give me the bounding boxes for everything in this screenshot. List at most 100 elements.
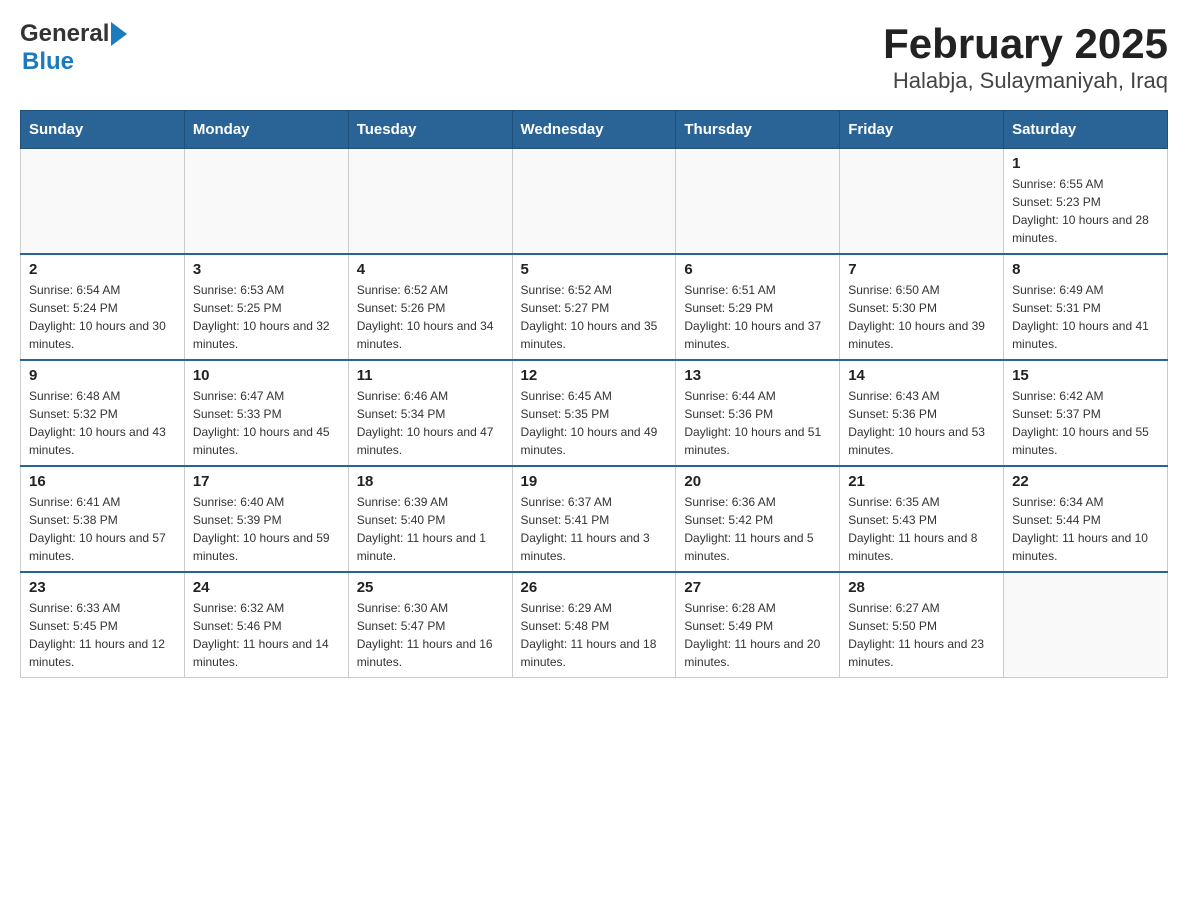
- table-row: [512, 149, 676, 255]
- day-info: Sunrise: 6:52 AMSunset: 5:27 PMDaylight:…: [521, 281, 668, 353]
- day-info: Sunrise: 6:48 AMSunset: 5:32 PMDaylight:…: [29, 387, 176, 459]
- day-number: 26: [521, 579, 668, 596]
- day-number: 22: [1012, 473, 1159, 490]
- day-number: 17: [193, 473, 340, 490]
- table-row: 14 Sunrise: 6:43 AMSunset: 5:36 PMDayligh…: [840, 360, 1004, 466]
- day-info: Sunrise: 6:44 AMSunset: 5:36 PMDaylight:…: [684, 387, 831, 459]
- logo-chevron-icon: [111, 22, 127, 46]
- col-monday: Monday: [184, 111, 348, 149]
- logo-blue-text: Blue: [22, 48, 74, 76]
- table-row: 5 Sunrise: 6:52 AMSunset: 5:27 PMDaylight…: [512, 254, 676, 360]
- day-number: 8: [1012, 261, 1159, 278]
- table-row: 15 Sunrise: 6:42 AMSunset: 5:37 PMDayligh…: [1004, 360, 1168, 466]
- page-header: General Blue February 2025 Halabja, Sula…: [20, 20, 1168, 94]
- day-number: 5: [521, 261, 668, 278]
- day-info: Sunrise: 6:33 AMSunset: 5:45 PMDaylight:…: [29, 599, 176, 671]
- calendar-week-row: 2 Sunrise: 6:54 AMSunset: 5:24 PMDaylight…: [21, 254, 1168, 360]
- day-info: Sunrise: 6:29 AMSunset: 5:48 PMDaylight:…: [521, 599, 668, 671]
- title-section: February 2025 Halabja, Sulaymaniyah, Ira…: [883, 20, 1168, 94]
- table-row: [21, 149, 185, 255]
- day-info: Sunrise: 6:37 AMSunset: 5:41 PMDaylight:…: [521, 493, 668, 565]
- day-info: Sunrise: 6:49 AMSunset: 5:31 PMDaylight:…: [1012, 281, 1159, 353]
- col-saturday: Saturday: [1004, 111, 1168, 149]
- table-row: 2 Sunrise: 6:54 AMSunset: 5:24 PMDaylight…: [21, 254, 185, 360]
- day-info: Sunrise: 6:47 AMSunset: 5:33 PMDaylight:…: [193, 387, 340, 459]
- day-info: Sunrise: 6:54 AMSunset: 5:24 PMDaylight:…: [29, 281, 176, 353]
- table-row: [184, 149, 348, 255]
- table-row: 21Sunrise: 6:35 AMSunset: 5:43 PMDayligh…: [840, 466, 1004, 572]
- table-row: 24Sunrise: 6:32 AMSunset: 5:46 PMDayligh…: [184, 572, 348, 678]
- day-number: 9: [29, 367, 176, 384]
- table-row: 27 Sunrise: 6:28 AMSunset: 5:49 PMDayligh…: [676, 572, 840, 678]
- table-row: 17 Sunrise: 6:40 AMSunset: 5:39 PMDayligh…: [184, 466, 348, 572]
- day-number: 4: [357, 261, 504, 278]
- table-row: 11Sunrise: 6:46 AMSunset: 5:34 PMDayligh…: [348, 360, 512, 466]
- day-number: 27: [684, 579, 831, 596]
- table-row: 23 Sunrise: 6:33 AMSunset: 5:45 PMDayligh…: [21, 572, 185, 678]
- table-row: [348, 149, 512, 255]
- calendar-subtitle: Halabja, Sulaymaniyah, Iraq: [883, 68, 1168, 94]
- day-info: Sunrise: 6:42 AMSunset: 5:37 PMDaylight:…: [1012, 387, 1159, 459]
- day-number: 16: [29, 473, 176, 490]
- day-info: Sunrise: 6:34 AMSunset: 5:44 PMDaylight:…: [1012, 493, 1159, 565]
- col-tuesday: Tuesday: [348, 111, 512, 149]
- table-row: 16 Sunrise: 6:41 AMSunset: 5:38 PMDayligh…: [21, 466, 185, 572]
- table-row: 6Sunrise: 6:51 AMSunset: 5:29 PMDaylight…: [676, 254, 840, 360]
- table-row: 1 Sunrise: 6:55 AMSunset: 5:23 PMDaylight…: [1004, 149, 1168, 255]
- calendar-week-row: 9 Sunrise: 6:48 AMSunset: 5:32 PMDaylight…: [21, 360, 1168, 466]
- day-info: Sunrise: 6:45 AMSunset: 5:35 PMDaylight:…: [521, 387, 668, 459]
- day-number: 15: [1012, 367, 1159, 384]
- table-row: 13 Sunrise: 6:44 AMSunset: 5:36 PMDayligh…: [676, 360, 840, 466]
- day-number: 13: [684, 367, 831, 384]
- day-number: 18: [357, 473, 504, 490]
- table-row: 7Sunrise: 6:50 AMSunset: 5:30 PMDaylight…: [840, 254, 1004, 360]
- day-number: 2: [29, 261, 176, 278]
- table-row: 9 Sunrise: 6:48 AMSunset: 5:32 PMDaylight…: [21, 360, 185, 466]
- table-row: 22 Sunrise: 6:34 AMSunset: 5:44 PMDayligh…: [1004, 466, 1168, 572]
- day-info: Sunrise: 6:43 AMSunset: 5:36 PMDaylight:…: [848, 387, 995, 459]
- table-row: 25 Sunrise: 6:30 AMSunset: 5:47 PMDayligh…: [348, 572, 512, 678]
- logo: General Blue: [20, 20, 127, 76]
- calendar-title: February 2025: [883, 20, 1168, 68]
- day-number: 3: [193, 261, 340, 278]
- col-sunday: Sunday: [21, 111, 185, 149]
- col-friday: Friday: [840, 111, 1004, 149]
- table-row: 19 Sunrise: 6:37 AMSunset: 5:41 PMDayligh…: [512, 466, 676, 572]
- table-row: 20 Sunrise: 6:36 AMSunset: 5:42 PMDayligh…: [676, 466, 840, 572]
- day-number: 28: [848, 579, 995, 596]
- table-row: 28 Sunrise: 6:27 AMSunset: 5:50 PMDayligh…: [840, 572, 1004, 678]
- day-number: 1: [1012, 155, 1159, 172]
- day-number: 25: [357, 579, 504, 596]
- day-number: 14: [848, 367, 995, 384]
- day-info: Sunrise: 6:55 AMSunset: 5:23 PMDaylight:…: [1012, 175, 1159, 247]
- table-row: 4Sunrise: 6:52 AMSunset: 5:26 PMDaylight…: [348, 254, 512, 360]
- day-number: 19: [521, 473, 668, 490]
- day-info: Sunrise: 6:32 AMSunset: 5:46 PMDaylight:…: [193, 599, 340, 671]
- day-info: Sunrise: 6:30 AMSunset: 5:47 PMDaylight:…: [357, 599, 504, 671]
- day-info: Sunrise: 6:46 AMSunset: 5:34 PMDaylight:…: [357, 387, 504, 459]
- calendar-week-row: 1 Sunrise: 6:55 AMSunset: 5:23 PMDaylight…: [21, 149, 1168, 255]
- day-number: 21: [848, 473, 995, 490]
- day-info: Sunrise: 6:28 AMSunset: 5:49 PMDaylight:…: [684, 599, 831, 671]
- logo-general-text: General: [20, 20, 109, 48]
- col-thursday: Thursday: [676, 111, 840, 149]
- day-number: 12: [521, 367, 668, 384]
- calendar-week-row: 16 Sunrise: 6:41 AMSunset: 5:38 PMDayligh…: [21, 466, 1168, 572]
- day-info: Sunrise: 6:40 AMSunset: 5:39 PMDaylight:…: [193, 493, 340, 565]
- day-info: Sunrise: 6:51 AMSunset: 5:29 PMDaylight:…: [684, 281, 831, 353]
- col-wednesday: Wednesday: [512, 111, 676, 149]
- day-info: Sunrise: 6:41 AMSunset: 5:38 PMDaylight:…: [29, 493, 176, 565]
- calendar-table: Sunday Monday Tuesday Wednesday Thursday…: [20, 110, 1168, 678]
- day-info: Sunrise: 6:39 AMSunset: 5:40 PMDaylight:…: [357, 493, 504, 565]
- day-info: Sunrise: 6:53 AMSunset: 5:25 PMDaylight:…: [193, 281, 340, 353]
- table-row: 3 Sunrise: 6:53 AMSunset: 5:25 PMDaylight…: [184, 254, 348, 360]
- day-number: 7: [848, 261, 995, 278]
- day-number: 23: [29, 579, 176, 596]
- day-number: 20: [684, 473, 831, 490]
- calendar-week-row: 23 Sunrise: 6:33 AMSunset: 5:45 PMDayligh…: [21, 572, 1168, 678]
- day-info: Sunrise: 6:36 AMSunset: 5:42 PMDaylight:…: [684, 493, 831, 565]
- table-row: 26 Sunrise: 6:29 AMSunset: 5:48 PMDayligh…: [512, 572, 676, 678]
- calendar-header-row: Sunday Monday Tuesday Wednesday Thursday…: [21, 111, 1168, 149]
- day-number: 10: [193, 367, 340, 384]
- day-info: Sunrise: 6:27 AMSunset: 5:50 PMDaylight:…: [848, 599, 995, 671]
